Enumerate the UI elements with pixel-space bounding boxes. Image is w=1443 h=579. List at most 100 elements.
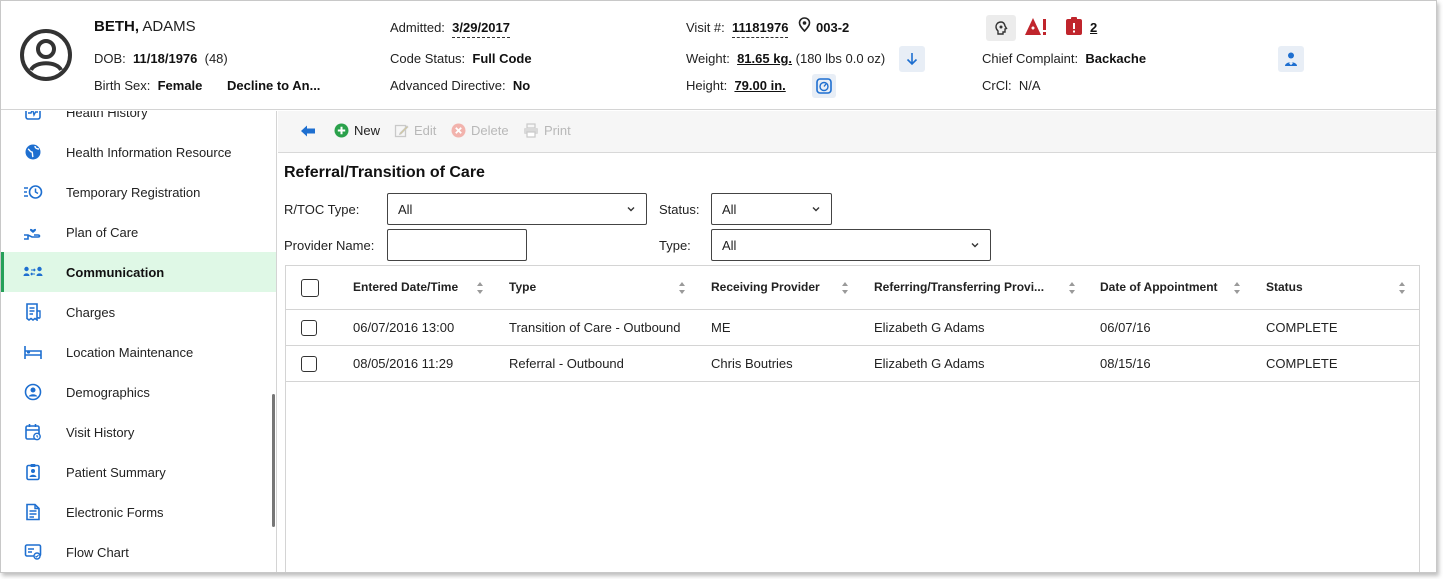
visit-number: Visit #: 11181976	[686, 20, 789, 38]
crcl: CrCl: N/A	[982, 78, 1041, 93]
sidebar-item-patient-summary[interactable]: Patient Summary	[1, 452, 276, 492]
sort-icon[interactable]	[678, 281, 686, 295]
column-header-referring-provider[interactable]: Referring/Transferring Provi...	[874, 280, 1044, 294]
sidebar-item-demographics[interactable]: Demographics	[1, 372, 276, 412]
code-status: Code Status: Full Code	[390, 51, 532, 66]
sidebar-item-electronic-forms[interactable]: Electronic Forms	[1, 492, 276, 532]
chevron-down-icon	[627, 207, 635, 212]
alerts-count[interactable]: 2	[1090, 20, 1097, 35]
delete-button[interactable]: Delete	[451, 123, 509, 138]
sort-icon[interactable]	[1398, 281, 1406, 295]
column-header-status[interactable]: Status	[1266, 280, 1303, 294]
rtoc-type-label: R/TOC Type:	[284, 202, 360, 217]
sidebar-item-label: Communication	[66, 264, 165, 280]
cell-entered-date: 08/05/2016 11:29	[353, 356, 454, 371]
measure-button[interactable]	[812, 74, 836, 98]
column-header-entered-date[interactable]: Entered Date/Time	[353, 280, 458, 294]
sidebar-item-charges[interactable]: Charges	[1, 292, 276, 332]
edit-icon	[394, 124, 409, 138]
sidebar-item-location-maintenance[interactable]: Location Maintenance	[1, 332, 276, 372]
sidebar-item-label: Location Maintenance	[66, 344, 194, 360]
print-button-label: Print	[544, 123, 571, 138]
sidebar-item-label: Demographics	[66, 384, 150, 400]
column-header-date-of-appointment[interactable]: Date of Appointment	[1100, 280, 1218, 294]
patient-banner: BETH, ADAMS DOB: 11/18/1976 (48) Birth S…	[1, 1, 1436, 110]
advanced-directive: Advanced Directive: No	[390, 78, 531, 93]
cell-receiving-provider: ME	[711, 320, 731, 335]
new-button[interactable]: New	[334, 123, 380, 138]
sidebar-item-communication[interactable]: Communication	[1, 252, 276, 292]
allergy-button[interactable]	[986, 15, 1016, 41]
arrow-down-icon	[906, 53, 918, 66]
sort-icon[interactable]	[1068, 281, 1076, 295]
delete-button-label: Delete	[471, 123, 509, 138]
sidebar-item-label: Flow Chart	[66, 544, 129, 560]
patient-name: BETH, ADAMS	[94, 18, 196, 35]
clipboard-person-icon	[23, 462, 43, 482]
sort-icon[interactable]	[841, 281, 849, 295]
sidebar-item-label: Visit History	[66, 424, 135, 440]
doctor-icon	[1285, 52, 1297, 66]
care-team-button[interactable]	[1278, 46, 1304, 72]
add-circle-icon	[334, 123, 349, 138]
column-header-receiving-provider[interactable]: Receiving Provider	[711, 280, 820, 294]
type-value: All	[722, 237, 737, 253]
people-exchange-icon	[23, 262, 43, 282]
table-empty-area	[285, 381, 1420, 572]
row-checkbox[interactable]	[301, 356, 317, 372]
sidebar-item-health-information-resource[interactable]: Health Information Resource	[1, 132, 276, 172]
globe-icon	[23, 142, 43, 162]
print-button[interactable]: Print	[523, 123, 571, 138]
provider-name-label: Provider Name:	[284, 238, 375, 253]
cell-referring-provider: Elizabeth G Adams	[874, 356, 985, 371]
type-select[interactable]: All	[711, 229, 991, 261]
patient-birth-sex: Birth Sex: Female	[94, 78, 203, 93]
weight-trend-button[interactable]	[899, 46, 925, 72]
sort-icon[interactable]	[476, 281, 484, 295]
person-circle-icon	[23, 382, 43, 402]
cell-status: COMPLETE	[1266, 356, 1338, 371]
sidebar-item-label: Health Information Resource	[66, 144, 232, 160]
back-arrow-icon	[301, 125, 315, 137]
column-header-type[interactable]: Type	[509, 280, 536, 294]
sidebar-item-visit-history[interactable]: Visit History	[1, 412, 276, 452]
sort-icon[interactable]	[1233, 281, 1241, 295]
flow-chart-icon	[23, 542, 43, 562]
new-button-label: New	[354, 123, 381, 138]
status-select[interactable]: All	[711, 193, 832, 225]
patient-height: Height: 79.00 in.	[686, 78, 786, 93]
cell-date-of-appointment: 06/07/16	[1100, 320, 1151, 335]
alerts-count-button[interactable]	[1065, 16, 1083, 36]
provider-name-input[interactable]	[387, 229, 527, 261]
sidebar-item-flow-chart[interactable]: Flow Chart	[1, 532, 276, 572]
patient-dob: DOB: 11/18/1976 (48)	[94, 51, 228, 66]
location-pin-icon	[798, 17, 811, 32]
alert-button[interactable]	[1024, 16, 1048, 38]
status-value: All	[722, 201, 737, 217]
calendar-history-icon	[23, 422, 43, 442]
row-checkbox[interactable]	[301, 320, 317, 336]
table-row[interactable]: 08/05/2016 11:29 Referral - Outbound Chr…	[286, 346, 1419, 382]
table-row[interactable]: 06/07/2016 13:00 Transition of Care - Ou…	[286, 310, 1419, 346]
chevron-down-icon	[971, 243, 979, 248]
clock-list-icon	[23, 182, 43, 202]
select-all-checkbox[interactable]	[301, 279, 319, 297]
scale-icon	[816, 78, 832, 94]
patient-weight: Weight: 81.65 kg. (180 lbs 0.0 oz)	[686, 51, 886, 66]
sidebar-item-label: Electronic Forms	[66, 504, 164, 520]
warning-alert-icon	[1025, 18, 1046, 35]
edit-button[interactable]: Edit	[394, 123, 436, 138]
edit-button-label: Edit	[414, 123, 437, 138]
admitted-date: Admitted: 3/29/2017	[390, 20, 510, 38]
sidebar-item-label: Charges	[66, 304, 116, 320]
cell-date-of-appointment: 08/15/16	[1100, 356, 1151, 371]
cell-referring-provider: Elizabeth G Adams	[874, 320, 985, 335]
sidebar-item-health-history[interactable]: Health History	[1, 111, 276, 132]
sidebar-item-plan-of-care[interactable]: Plan of Care	[1, 212, 276, 252]
rtoc-type-select[interactable]: All	[387, 193, 647, 225]
form-icon	[23, 502, 43, 522]
head-profile-icon	[995, 21, 1008, 35]
sidebar-scrollbar[interactable]	[272, 394, 275, 527]
back-button[interactable]	[300, 124, 316, 138]
sidebar-item-temporary-registration[interactable]: Temporary Registration	[1, 172, 276, 212]
